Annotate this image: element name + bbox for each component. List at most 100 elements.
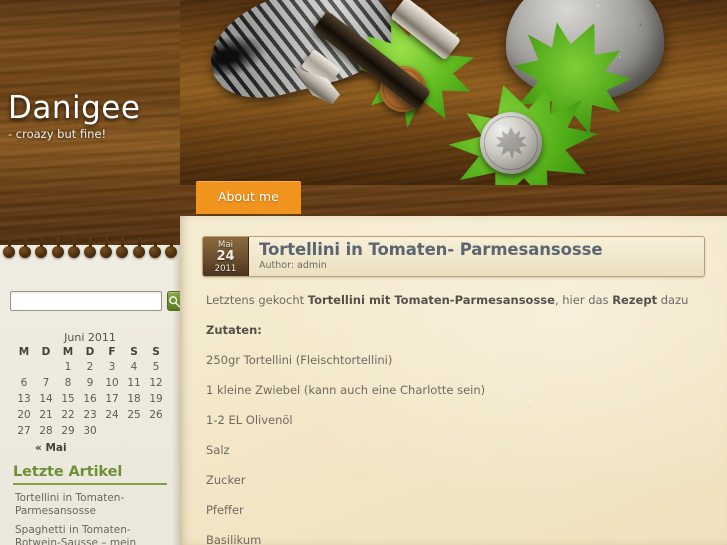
post-date-badge: Mai 24 2011: [203, 237, 249, 276]
pin-icon: [19, 237, 32, 265]
calendar-day: 7: [42, 377, 50, 389]
search-button[interactable]: [167, 291, 180, 311]
calendar-day: 1: [64, 361, 72, 373]
calendar-day: 16: [83, 393, 97, 405]
pin-icon: [132, 237, 145, 265]
latest-articles-widget: Letzte Artikel Tortellini in Tomaten-Par…: [0, 454, 180, 545]
site-title[interactable]: Danigee: [8, 91, 140, 125]
main-content: Mai 24 2011 Tortellini in Tomaten- Parme…: [180, 216, 727, 545]
main-navigation[interactable]: About me: [196, 181, 301, 214]
pin-icon: [83, 237, 96, 265]
calendar-week-row: 13 14 15 16 17 18 19: [13, 391, 167, 407]
calendar-day: [123, 423, 145, 439]
calendar-day: 27: [17, 425, 31, 437]
pin-icon: [67, 237, 80, 265]
pin-icon: [35, 237, 48, 265]
calendar-week-row: 1 2 3 4 5: [13, 359, 167, 375]
site-branding[interactable]: Danigee - croazy but fine!: [8, 91, 140, 142]
intro-text-part1: Letztens gekocht: [206, 293, 308, 307]
calendar-day: 13: [17, 393, 31, 405]
calendar-day: 18: [127, 393, 141, 405]
calendar-day: [145, 423, 167, 439]
pin-icon: [100, 237, 113, 265]
ingredient-item: Basilikum: [206, 533, 262, 545]
ingredient-item: 1-2 EL Olivenöl: [206, 413, 293, 427]
post-date-day: 24: [216, 249, 235, 264]
intro-text-part3: dazu: [657, 293, 689, 307]
calendar-table: Juni 2011 M D M D F S S 1 2 3 4 5 6 7 8 …: [13, 331, 167, 439]
ingredient-item: Zucker: [206, 473, 246, 487]
calendar-day: 12: [149, 377, 163, 389]
calendar-day: 30: [83, 425, 97, 437]
search-input[interactable]: [10, 291, 162, 311]
site-description: - croazy but fine!: [8, 127, 107, 142]
calendar-header-row: M D M D F S S: [13, 345, 167, 359]
calendar-caption: Juni 2011: [64, 331, 116, 344]
pin-icon: [116, 237, 129, 265]
calendar-weekday: F: [108, 346, 116, 358]
ingredient-item: 1 kleine Zwiebel (kann auch eine Charlot…: [206, 383, 486, 397]
calendar-weekday: S: [152, 346, 160, 358]
calendar-day: 3: [108, 361, 116, 373]
calendar-day: 4: [130, 361, 138, 373]
calendar-day: 21: [39, 409, 53, 421]
calendar-day: [13, 359, 35, 375]
nav-item-about-me[interactable]: About me: [196, 181, 301, 214]
list-item[interactable]: Tortellini in Tomaten-Parmesansosse: [13, 492, 167, 517]
calendar-day: [101, 423, 123, 439]
page-root: Danigee - croazy but fine! About me Mai …: [0, 0, 727, 545]
pin-icon: [164, 237, 177, 265]
ingredients-heading: Zutaten:: [206, 323, 701, 338]
calendar-week-row: 27 28 29 30: [13, 423, 167, 439]
calendar-week-row: 6 7 8 9 10 11 12: [13, 375, 167, 391]
calendar-day: 15: [61, 393, 75, 405]
calendar-day: 19: [149, 393, 163, 405]
calendar-weekday: D: [41, 346, 51, 358]
ingredient-item: 250gr Tortellini (Fleischtortellini): [206, 353, 393, 367]
sidebar: Juni 2011 M D M D F S S 1 2 3 4 5 6 7 8 …: [0, 245, 180, 545]
calendar-day: 17: [105, 393, 119, 405]
calendar-weekday: S: [130, 346, 138, 358]
calendar-day: 14: [39, 393, 53, 405]
calendar-day: 24: [105, 409, 119, 421]
calendar-prev-month-link[interactable]: « Mai: [13, 439, 167, 454]
pin-icon: [148, 237, 161, 265]
calendar-day: 10: [105, 377, 119, 389]
post-article: Mai 24 2011 Tortellini in Tomaten- Parme…: [180, 216, 727, 545]
intro-text-part2: , hier das: [554, 293, 613, 307]
calendar-widget: Juni 2011 M D M D F S S 1 2 3 4 5 6 7 8 …: [0, 311, 180, 454]
calendar-day: 20: [17, 409, 31, 421]
post-author: Author: admin: [259, 260, 327, 271]
ingredient-item: Salz: [206, 443, 230, 457]
calendar-day: [35, 359, 57, 375]
header-photo: [180, 0, 727, 185]
ingredient-item: Pfeffer: [206, 503, 244, 517]
post-body: Letztens gekocht Tortellini mit Tomaten-…: [202, 277, 705, 545]
calendar-week-row: 20 21 22 23 24 25 26: [13, 407, 167, 423]
list-item[interactable]: Spaghetti in Tomaten-Rotwein-Sausse – me…: [13, 524, 167, 545]
intro-bold-recipe-link[interactable]: Rezept: [612, 293, 657, 307]
calendar-day: 28: [39, 425, 53, 437]
calendar-weekday: M: [18, 346, 30, 358]
post-title[interactable]: Tortellini in Tomaten- Parmesansosse: [259, 240, 704, 259]
calendar-day: 9: [86, 377, 94, 389]
post-date-year: 2011: [214, 264, 237, 274]
ingredients-heading-text: Zutaten:: [206, 323, 262, 337]
post-heading-group: Tortellini in Tomaten- Parmesansosse Aut…: [249, 237, 704, 276]
calendar-day: 11: [127, 377, 141, 389]
calendar-weekday: D: [85, 346, 95, 358]
calendar-day: 8: [64, 377, 72, 389]
calendar-day: 2: [86, 361, 94, 373]
post-header: Mai 24 2011 Tortellini in Tomaten- Parme…: [202, 236, 705, 277]
latest-articles-title: Letzte Artikel: [13, 464, 167, 485]
intro-bold-dish: Tortellini mit Tomaten-Parmesansosse: [307, 293, 555, 307]
calendar-day: 23: [83, 409, 97, 421]
pin-fringe-decoration: [0, 237, 180, 265]
calendar-day: 22: [61, 409, 75, 421]
calendar-day: 26: [149, 409, 163, 421]
calendar-day: 6: [20, 377, 28, 389]
calendar-day: 29: [61, 425, 75, 437]
calendar-day: 25: [127, 409, 141, 421]
post-intro-paragraph: Letztens gekocht Tortellini mit Tomaten-…: [206, 293, 701, 308]
search-icon: [169, 295, 180, 308]
